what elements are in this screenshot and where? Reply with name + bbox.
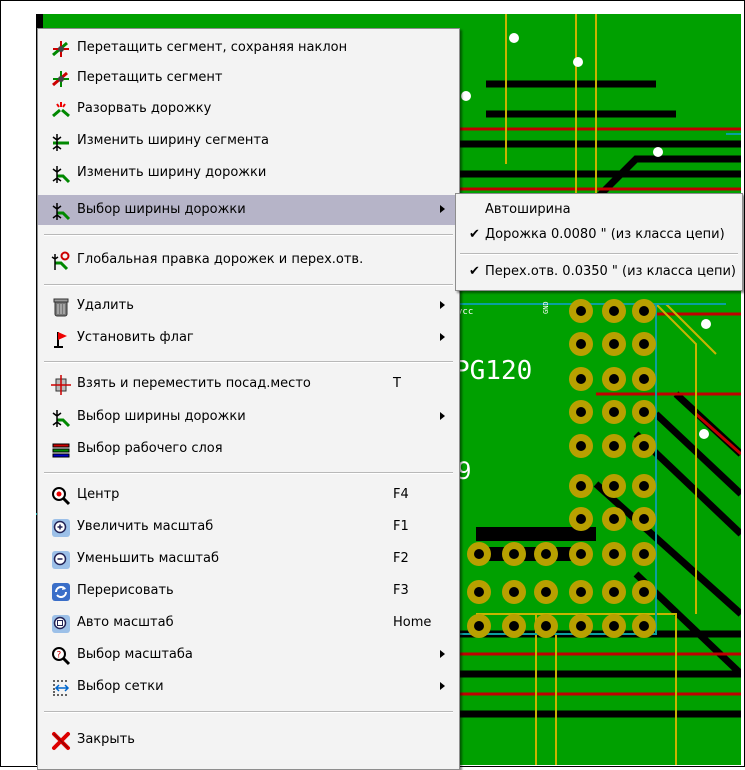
submenu-arrow-icon [440,650,445,658]
menu-item-label: Выбор рабочего слоя [77,441,223,456]
move-footprint-icon [51,375,71,395]
menu-item-select-layer[interactable]: Выбор рабочего слоя [38,434,459,464]
zoom-select-icon: ? [52,647,71,666]
menu-item-shortcut: F1 [393,519,409,534]
menu-item-close[interactable]: Закрыть [38,725,459,755]
submenu-arrow-icon [440,301,445,309]
submenu-arrow-icon [440,333,445,341]
delete-icon [53,298,69,317]
menu-item-label: Изменить ширину дорожки [77,165,267,180]
menu-item-shortcut: F2 [393,551,409,566]
menu-item-shortcut: T [393,376,401,391]
global-edit-icon [51,251,70,271]
menu-item-label: Закрыть [77,732,135,747]
menu-item-label: Удалить [77,298,134,313]
menu-item-label: Глобальная правка дорожек и перех.отв. [77,252,364,267]
svg-text:?: ? [57,651,62,661]
drag-segment-keep-slope-icon [52,41,69,57]
menu-item-zoom-in[interactable]: Увеличить масштаб F1 [38,512,459,542]
menu-item-redraw[interactable]: Перерисовать F3 [38,576,459,606]
menu-separator [44,361,453,363]
menu-item-global-edit[interactable]: Глобальная правка дорожек и перех.отв. [38,245,459,275]
menu-item-label: Взять и переместить посад.место [77,376,311,391]
submenu-arrow-icon [440,205,445,213]
redraw-icon [52,583,70,601]
zoom-in-icon [52,519,70,537]
menu-separator [44,472,453,474]
menu-item-select-grid[interactable]: Выбор сетки [38,672,459,702]
menu-item-break-track[interactable]: Разорвать дорожку [38,94,459,124]
menu-item-label: Выбор масштаба [77,647,193,662]
flag-icon [54,332,67,348]
part-ref-label: PG120 [454,356,532,386]
select-track-width-icon [52,203,71,221]
menu-item-select-track-width[interactable]: Выбор ширины дорожки [38,195,459,225]
menu-item-set-flag[interactable]: Установить флаг [38,323,459,353]
menu-item-delete[interactable]: Удалить [38,291,459,321]
center-icon [52,487,71,506]
break-track-icon [52,102,70,118]
menu-item-zoom-select[interactable]: ? Выбор масштаба [38,640,459,670]
context-menu: Перетащить сегмент, сохраняя наклон Пере… [37,28,460,770]
menu-item-label: Выбор сетки [77,679,164,694]
menu-item-label: Перетащить сегмент [77,70,223,85]
menu-item-shortcut: F4 [393,487,409,502]
menu-separator [460,253,738,255]
menu-item-segment-width[interactable]: Изменить ширину сегмента [38,126,459,156]
zoom-out-icon [52,551,70,569]
menu-item-select-track-width-2[interactable]: Выбор ширины дорожки [38,402,459,432]
grid-icon [53,680,70,696]
menu-separator [44,711,453,713]
menu-item-zoom-out[interactable]: Уменьшить масштаб F2 [38,544,459,574]
zoom-auto-icon [52,615,70,633]
gnd-label: GND [542,301,550,314]
menu-item-drag-segment-keep-slope[interactable]: Перетащить сегмент, сохраняя наклон [38,33,459,63]
close-icon [52,732,70,750]
submenu-arrow-icon [440,682,445,690]
submenu-item-label: Автоширина [485,202,571,217]
menu-item-label: Разорвать дорожку [77,101,212,116]
menu-item-shortcut: F3 [393,583,409,598]
menu-item-label: Перерисовать [77,583,174,598]
track-width-submenu: Автоширина ✔ Дорожка 0.0080 " (из класса… [455,193,743,291]
select-track-width-icon [52,410,71,428]
submenu-item-auto-width[interactable]: Автоширина [456,197,742,223]
submenu-item-track-width[interactable]: ✔ Дорожка 0.0080 " (из класса цепи) [456,222,742,248]
menu-item-center[interactable]: Центр F4 [38,480,459,510]
menu-item-label: Перетащить сегмент, сохраняя наклон [77,40,348,55]
menu-item-drag-segment[interactable]: Перетащить сегмент [38,63,459,93]
menu-item-label: Установить флаг [77,330,194,345]
menu-item-shortcut: Home [393,615,432,630]
menu-separator [44,234,453,236]
menu-item-zoom-auto[interactable]: Авто масштаб Home [38,608,459,638]
menu-item-label: Изменить ширину сегмента [77,133,269,148]
drag-segment-icon [52,71,69,87]
menu-item-label: Выбор ширины дорожки [77,202,246,217]
checkmark-icon: ✔ [469,264,480,279]
layers-icon [52,443,70,458]
menu-item-track-width[interactable]: Изменить ширину дорожки [38,158,459,188]
submenu-item-via-size[interactable]: ✔ Перех.отв. 0.0350 " (из класса цепи) [456,259,742,285]
track-width-icon [52,166,71,184]
menu-item-label: Центр [77,487,120,502]
menu-item-move-footprint[interactable]: Взять и переместить посад.место T [38,369,459,399]
submenu-item-label: Перех.отв. 0.0350 " (из класса цепи) [485,264,736,279]
submenu-arrow-icon [440,412,445,420]
menu-item-label: Выбор ширины дорожки [77,409,246,424]
checkmark-icon: ✔ [469,227,480,242]
menu-item-label: Уменьшить масштаб [77,551,219,566]
submenu-item-label: Дорожка 0.0080 " (из класса цепи) [485,227,725,242]
menu-item-label: Авто масштаб [77,615,174,630]
menu-item-label: Увеличить масштаб [77,519,214,534]
menu-separator [44,284,453,286]
segment-width-icon [52,134,69,151]
